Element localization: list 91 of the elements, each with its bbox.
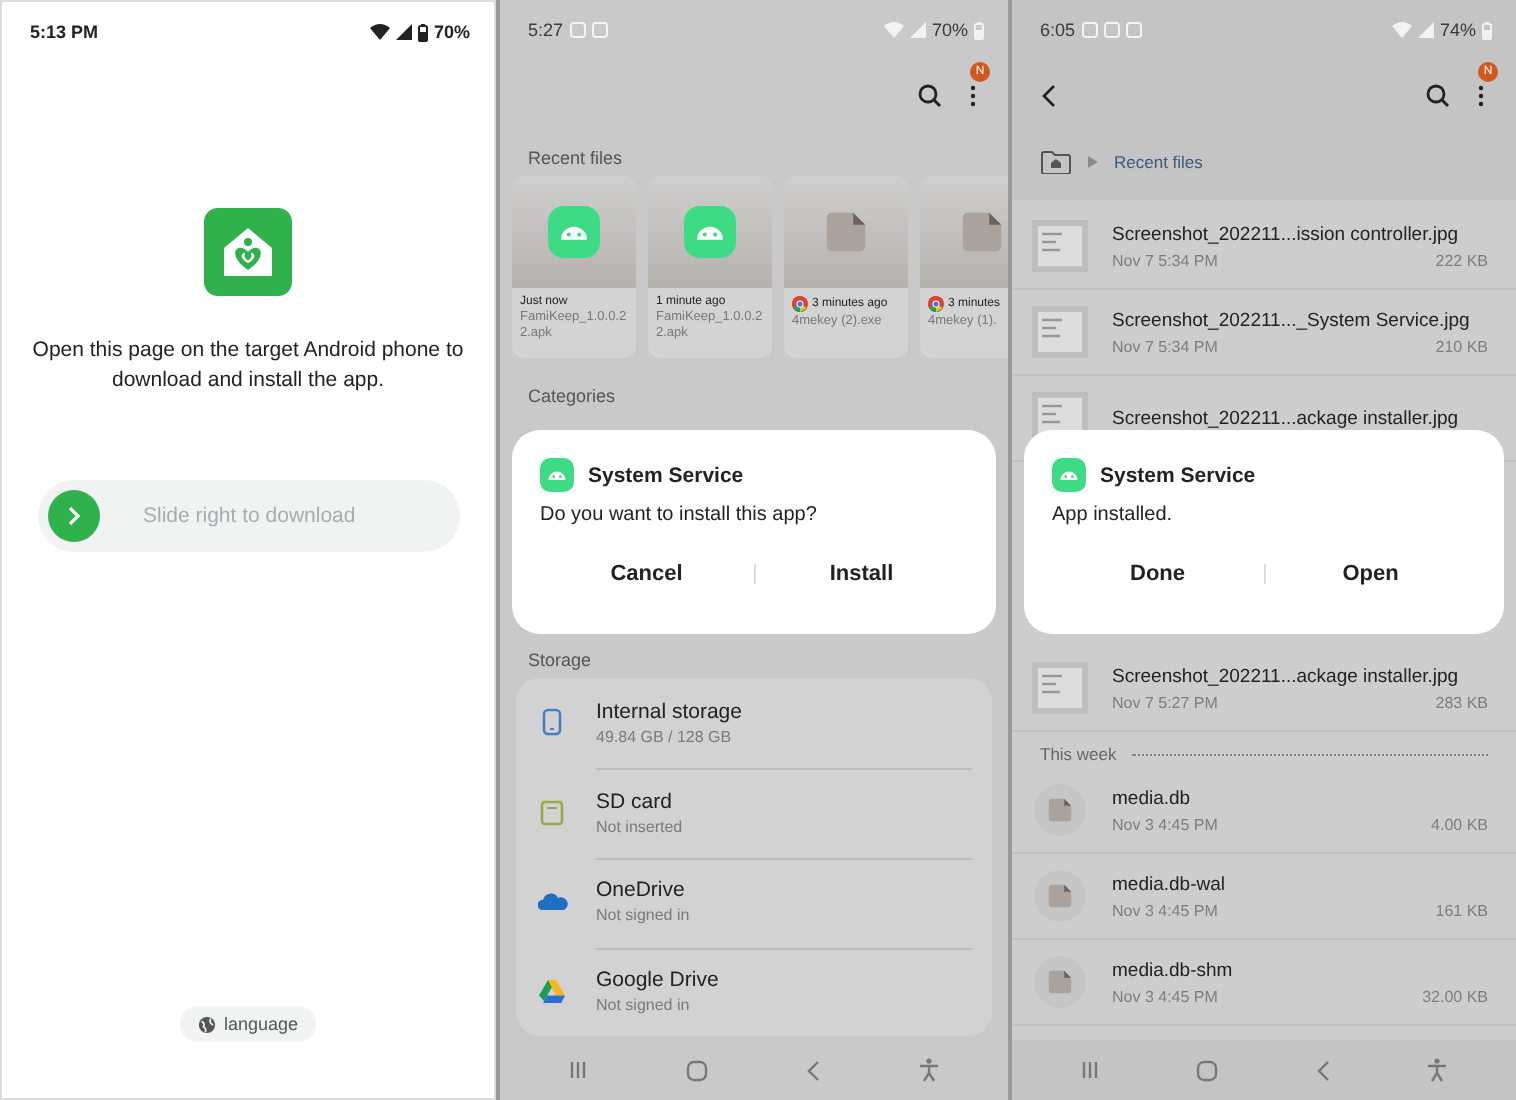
cloud-icon [537, 892, 567, 911]
drive-icon [538, 979, 566, 1004]
dialog-message: Do you want to install this app? [540, 504, 819, 526]
dialog-message: App installed. [1052, 504, 1175, 526]
storage-name[interactable]: SD card [596, 789, 683, 814]
battery-icon [974, 21, 984, 39]
recent-apps-icon[interactable] [568, 1060, 589, 1080]
dialog-button[interactable]: Open [1265, 546, 1476, 602]
file-size: 4.00 KB [1431, 815, 1488, 833]
dialog-title: System Service [1100, 463, 1256, 487]
storage-detail: 49.84 GB / 128 GB [596, 727, 734, 746]
file-name[interactable]: media.db-wal [1112, 873, 1488, 895]
section-heading: Categories [526, 384, 618, 410]
app-logo-icon [204, 208, 292, 296]
dialog-button[interactable]: Cancel [540, 546, 753, 602]
battery-level: 70% [433, 22, 470, 42]
file-name[interactable]: media.db [1112, 787, 1488, 809]
file-name[interactable]: Screenshot_202211..._System Service.jpg [1112, 309, 1488, 331]
wifi-icon [369, 24, 390, 40]
breadcrumb-link[interactable]: Recent files [1114, 152, 1203, 172]
file-name[interactable]: Screenshot_202211...ission controller.jpg [1112, 223, 1488, 245]
dialog-title: System Service [588, 463, 744, 487]
globe-icon [197, 1015, 216, 1033]
browser-logo-icon [792, 296, 808, 312]
sd-card-icon [540, 799, 564, 826]
accessibility-icon[interactable] [917, 1058, 940, 1082]
more-options-icon[interactable] [970, 84, 976, 108]
section-heading: Recent files [526, 146, 625, 172]
signal-icon [395, 24, 412, 40]
file-name[interactable]: media.db-shm [1112, 959, 1488, 981]
screenshot-thumbnail [1032, 306, 1088, 358]
battery-level: 74% [1439, 20, 1476, 40]
screenshot-thumbnail [1032, 220, 1088, 272]
browser-logo-icon [928, 296, 944, 312]
android-app-icon [684, 206, 736, 258]
home-folder-icon[interactable] [1040, 150, 1072, 174]
storage-detail: Not signed in [596, 996, 692, 1015]
storage-name[interactable]: Internal storage [596, 699, 742, 724]
storage-name[interactable]: Google Drive [596, 968, 719, 993]
signal-icon [1417, 22, 1434, 38]
file-date: Nov 3 4:45 PM [1112, 815, 1218, 833]
wifi-icon [1391, 22, 1412, 38]
file-date: Nov 7 5:34 PM [1112, 337, 1218, 355]
file-size: 32.00 KB [1422, 987, 1488, 1005]
signal-icon [909, 22, 926, 38]
android-app-icon [548, 206, 600, 258]
phone-icon [542, 708, 562, 737]
instruction-text: Open this page on the target Android phone to download and install the app. [30, 336, 466, 396]
screenshot-thumbnail [1032, 662, 1088, 714]
document-icon [1046, 882, 1074, 910]
document-icon [1046, 796, 1074, 824]
file-size: 210 KB [1435, 337, 1488, 355]
file-name[interactable]: Screenshot_202211...ackage installer.jpg [1112, 665, 1488, 687]
storage-detail: Not inserted [596, 817, 683, 836]
more-options-icon[interactable] [1478, 84, 1484, 108]
slider-label: Slide right to download [143, 504, 356, 528]
wifi-icon [883, 22, 904, 38]
file-size: 161 KB [1435, 901, 1488, 919]
document-icon [1046, 968, 1074, 996]
document-icon [822, 208, 870, 256]
search-icon[interactable] [1426, 84, 1450, 108]
recent-apps-icon[interactable] [1080, 1060, 1101, 1080]
android-app-icon [1052, 458, 1086, 492]
file-date: Nov 3 4:45 PM [1112, 901, 1218, 919]
dialog-button[interactable]: Done [1052, 546, 1263, 602]
battery-icon [1482, 21, 1492, 39]
battery-icon [417, 23, 428, 41]
dialog-button[interactable]: Install [755, 546, 968, 602]
status-time: 5:27 [528, 20, 564, 40]
file-size: 222 KB [1435, 251, 1488, 269]
file-size: 283 KB [1435, 693, 1488, 711]
file-date: Nov 7 5:27 PM [1112, 693, 1218, 711]
storage-detail: Not signed in [596, 906, 690, 925]
file-date: Nov 3 4:45 PM [1112, 987, 1218, 1005]
home-icon[interactable] [686, 1059, 709, 1081]
android-app-icon [540, 458, 574, 492]
section-heading: Storage [526, 648, 594, 674]
status-time: 5:13 PM [30, 22, 99, 42]
back-icon[interactable] [1040, 84, 1056, 108]
language-button[interactable]: language [179, 1006, 317, 1042]
search-icon[interactable] [918, 84, 942, 108]
document-icon [958, 208, 1006, 256]
storage-name[interactable]: OneDrive [596, 878, 690, 903]
file-name[interactable]: Screenshot_202211...ackage installer.jpg [1112, 407, 1488, 429]
status-time: 6:05 [1040, 20, 1076, 40]
accessibility-icon[interactable] [1425, 1058, 1448, 1082]
home-icon[interactable] [1196, 1059, 1219, 1081]
section-heading: This week [1040, 744, 1117, 764]
battery-level: 70% [931, 20, 968, 40]
file-date: Nov 7 5:34 PM [1112, 251, 1218, 269]
breadcrumb-arrow-icon [1088, 156, 1098, 168]
